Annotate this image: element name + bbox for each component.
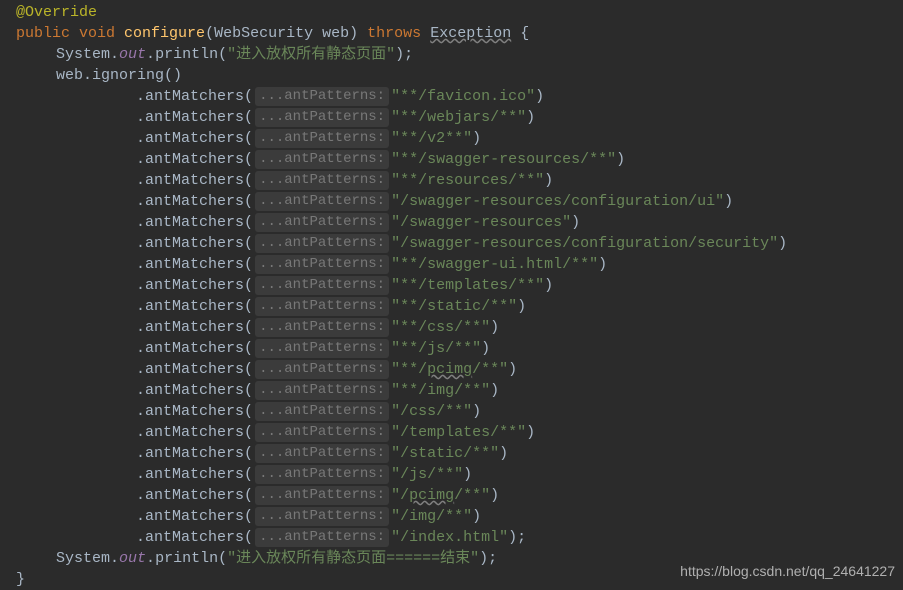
param-hint: ...antPatterns: bbox=[255, 507, 389, 527]
matcher-line: .antMatchers(...antPatterns: "**/webjars… bbox=[16, 107, 903, 128]
code-editor[interactable]: @Override public void configure(WebSecur… bbox=[0, 2, 903, 590]
matcher-line: .antMatchers(...antPatterns: "/static/**… bbox=[16, 443, 903, 464]
annotation-line: @Override bbox=[16, 2, 903, 23]
param-hint: ...antPatterns: bbox=[255, 234, 389, 254]
matcher-line: .antMatchers(...antPatterns: "/js/**") bbox=[16, 464, 903, 485]
matcher-line: .antMatchers(...antPatterns: "**/img/**"… bbox=[16, 380, 903, 401]
param-hint: ...antPatterns: bbox=[255, 402, 389, 422]
matcher-line: .antMatchers(...antPatterns: "/index.htm… bbox=[16, 527, 903, 548]
matcher-line: .antMatchers(...antPatterns: "**/favicon… bbox=[16, 86, 903, 107]
matcher-line: .antMatchers(...antPatterns: "/css/**") bbox=[16, 401, 903, 422]
param-hint: ...antPatterns: bbox=[255, 465, 389, 485]
matcher-line: .antMatchers(...antPatterns: "/swagger-r… bbox=[16, 212, 903, 233]
matcher-line: .antMatchers(...antPatterns: "**/js/**") bbox=[16, 338, 903, 359]
matcher-line: .antMatchers(...antPatterns: "**/css/**"… bbox=[16, 317, 903, 338]
matcher-line: .antMatchers(...antPatterns: "**/swagger… bbox=[16, 149, 903, 170]
matcher-line: .antMatchers(...antPatterns: "/img/**") bbox=[16, 506, 903, 527]
param-hint: ...antPatterns: bbox=[255, 444, 389, 464]
matcher-line: .antMatchers(...antPatterns: "**/resourc… bbox=[16, 170, 903, 191]
watermark: https://blog.csdn.net/qq_24641227 bbox=[680, 562, 895, 582]
param-hint: ...antPatterns: bbox=[255, 486, 389, 506]
matcher-line: .antMatchers(...antPatterns: "/swagger-r… bbox=[16, 233, 903, 254]
matcher-line: .antMatchers(...antPatterns: "/templates… bbox=[16, 422, 903, 443]
param-hint: ...antPatterns: bbox=[255, 318, 389, 338]
matcher-line: .antMatchers(...antPatterns: "/pcimg/**"… bbox=[16, 485, 903, 506]
param-hint: ...antPatterns: bbox=[255, 381, 389, 401]
matcher-line: .antMatchers(...antPatterns: "**/swagger… bbox=[16, 254, 903, 275]
param-hint: ...antPatterns: bbox=[255, 213, 389, 233]
param-hint: ...antPatterns: bbox=[255, 423, 389, 443]
param-hint: ...antPatterns: bbox=[255, 528, 389, 548]
param-hint: ...antPatterns: bbox=[255, 108, 389, 128]
matcher-line: .antMatchers(...antPatterns: "**/v2**") bbox=[16, 128, 903, 149]
param-hint: ...antPatterns: bbox=[255, 255, 389, 275]
param-hint: ...antPatterns: bbox=[255, 360, 389, 380]
param-hint: ...antPatterns: bbox=[255, 150, 389, 170]
param-hint: ...antPatterns: bbox=[255, 192, 389, 212]
println-line-1: System.out.println("进入放权所有静态页面"); bbox=[16, 44, 903, 65]
param-hint: ...antPatterns: bbox=[255, 129, 389, 149]
matcher-line: .antMatchers(...antPatterns: "/swagger-r… bbox=[16, 191, 903, 212]
ignoring-line: web.ignoring() bbox=[16, 65, 903, 86]
matcher-line: .antMatchers(...antPatterns: "**/pcimg/*… bbox=[16, 359, 903, 380]
param-hint: ...antPatterns: bbox=[255, 297, 389, 317]
matcher-line: .antMatchers(...antPatterns: "**/templat… bbox=[16, 275, 903, 296]
param-hint: ...antPatterns: bbox=[255, 339, 389, 359]
matcher-line: .antMatchers(...antPatterns: "**/static/… bbox=[16, 296, 903, 317]
param-hint: ...antPatterns: bbox=[255, 171, 389, 191]
method-signature: public void configure(WebSecurity web) t… bbox=[16, 23, 903, 44]
param-hint: ...antPatterns: bbox=[255, 276, 389, 296]
param-hint: ...antPatterns: bbox=[255, 87, 389, 107]
